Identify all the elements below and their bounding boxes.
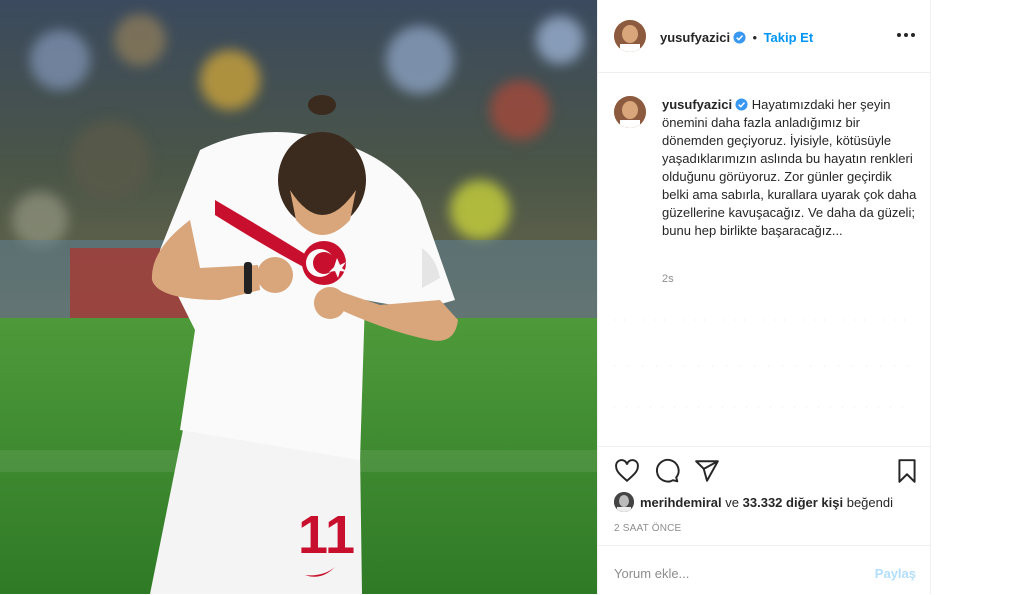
comment-bar: Yorum ekle... Paylaş [598,545,930,595]
post-time-ago[interactable]: 2 SAAT ÖNCE [614,523,681,534]
liker-avatar[interactable] [614,492,634,512]
jersey-number: 11 [298,505,355,565]
likes-connector: ve [725,495,740,510]
verified-badge-icon [732,97,748,112]
username-link[interactable]: yusufyazici [660,30,730,45]
verified-badge-icon [730,29,746,46]
post-header: yusufyazici • Takip Et [598,0,930,73]
divider [614,319,914,321]
divider [614,406,914,408]
likes-line: merihdemiral ve 33.332 diğer kişi beğend… [614,492,924,514]
caption-body: Hayatımızdaki her şeyin önemini daha faz… [662,97,917,238]
likes-count[interactable]: 33.332 diğer kişi [743,495,843,510]
post-side-panel: yusufyazici • Takip Et yusufyazici Hayat… [597,0,931,594]
liker-username[interactable]: merihdemiral [640,495,722,510]
avatar[interactable] [614,20,646,52]
bookmark-icon[interactable] [894,458,920,484]
comment-icon[interactable] [654,458,680,484]
share-icon[interactable] [694,458,720,484]
post-photo[interactable]: 11 [0,0,597,594]
separator-dot: • [752,30,758,45]
caption-text: yusufyazici Hayatımızdaki her şeyin önem… [662,96,918,240]
divider [614,365,914,367]
header-user-line: yusufyazici • Takip Et [660,29,813,47]
heart-icon[interactable] [614,458,640,484]
more-options-icon[interactable] [896,25,916,45]
action-bar [598,446,930,495]
comment-input[interactable]: Yorum ekle... [614,566,689,581]
page-background [931,0,1010,594]
follow-button[interactable]: Takip Et [764,30,814,45]
caption-avatar[interactable] [614,96,646,128]
likes-suffix: beğendi [846,495,893,510]
post-comment-button[interactable]: Paylaş [875,566,916,581]
caption-username[interactable]: yusufyazici [662,97,732,112]
caption-timestamp[interactable]: 2s [662,273,674,285]
